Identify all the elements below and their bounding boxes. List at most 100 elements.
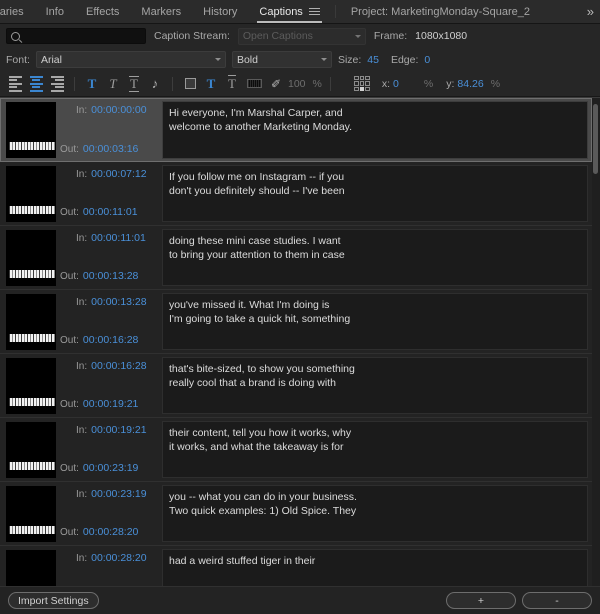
caption-row[interactable]: In: 00:00:19:21 Out: 00:00:23:19 their conte…: [0, 418, 592, 482]
opacity-value[interactable]: 100: [288, 78, 306, 90]
caption-row[interactable]: In: 00:00:13:28 Out: 00:00:16:28 you've miss…: [0, 290, 592, 354]
bold-icon: T: [87, 76, 97, 91]
caption-in-time[interactable]: In: 00:00:19:21: [56, 424, 162, 436]
caption-text[interactable]: their content, tell you how it works, wh…: [162, 421, 588, 478]
align-left-button[interactable]: [6, 75, 24, 93]
caption-list[interactable]: In: 00:00:00:00 Out: 00:00:03:16 Hi everyone…: [0, 98, 592, 586]
caption-in-value[interactable]: 00:00:28:20: [91, 552, 146, 564]
caption-out-time[interactable]: Out: 00:00:16:28: [56, 334, 162, 346]
caption-in-value[interactable]: 00:00:07:12: [91, 168, 146, 180]
caption-in-time-label: In:: [76, 489, 88, 500]
caption-out-time[interactable]: Out: 00:00:11:01: [56, 206, 162, 218]
thumbnail-content: [9, 333, 55, 342]
x-position-value[interactable]: 0: [393, 78, 399, 90]
tab-libraries[interactable]: braries: [0, 0, 35, 23]
caption-row[interactable]: In:00:00:28:20Out:had a weird stuffed ti…: [0, 546, 592, 586]
caption-out-value[interactable]: 00:00:23:19: [83, 462, 138, 474]
tab-info[interactable]: Info: [35, 0, 75, 23]
caption-out-time[interactable]: Out: 00:00:28:20: [56, 526, 162, 538]
align-center-button[interactable]: [27, 75, 45, 93]
toolbar-divider: [329, 76, 331, 91]
caption-in-time[interactable]: In: 00:00:07:12: [56, 168, 162, 180]
edge-value[interactable]: 0: [424, 54, 430, 66]
x-position-label: x:: [381, 77, 391, 90]
font-size-value[interactable]: 45: [367, 54, 379, 66]
caption-out-value[interactable]: 00:00:03:16: [83, 143, 138, 155]
text-color-button[interactable]: T: [202, 75, 220, 93]
caption-stream-select[interactable]: Open Captions: [237, 27, 366, 45]
caption-text[interactable]: that's bite-sized, to show you something…: [162, 357, 588, 414]
caption-text[interactable]: If you follow me on Instagram -- if you …: [162, 165, 588, 222]
caption-row[interactable]: In: 00:00:23:19 Out: 00:00:28:20 you -- what…: [0, 482, 592, 546]
chevron-down-icon: [214, 58, 221, 61]
bold-button[interactable]: T: [83, 75, 101, 93]
caption-thumbnail: [6, 229, 56, 286]
add-caption-button[interactable]: +: [446, 592, 516, 609]
caption-in-time[interactable]: In: 00:00:13:28: [56, 296, 162, 308]
search-input[interactable]: [6, 28, 146, 44]
edge-color-button[interactable]: T: [223, 75, 241, 93]
caption-out-time[interactable]: Out: 00:00:19:21: [56, 398, 162, 410]
panel-menu-icon[interactable]: [308, 8, 320, 15]
music-note-button[interactable]: ♪: [146, 75, 164, 93]
tab-history[interactable]: History: [192, 0, 248, 23]
background-color-button[interactable]: [181, 75, 199, 93]
caption-out-time-label: Out:: [60, 144, 79, 155]
font-family-value: Arial: [40, 53, 62, 66]
remove-caption-button[interactable]: -: [522, 592, 592, 609]
caption-in-value[interactable]: 00:00:23:19: [91, 488, 146, 500]
caption-in-time[interactable]: In: 00:00:16:28: [56, 360, 162, 372]
caption-in-value[interactable]: 00:00:16:28: [91, 360, 146, 372]
caption-out-time[interactable]: Out: 00:00:23:19: [56, 462, 162, 474]
scrollbar-thumb[interactable]: [593, 104, 598, 174]
caption-text[interactable]: you -- what you can do in your business.…: [162, 485, 588, 542]
italic-button[interactable]: T: [104, 75, 122, 93]
caption-out-time[interactable]: Out: 00:00:03:16: [56, 143, 162, 155]
underline-button[interactable]: T: [125, 75, 143, 93]
caption-in-time[interactable]: In: 00:00:00:00: [56, 104, 162, 116]
music-note-icon: ♪: [151, 76, 159, 91]
caption-in-time[interactable]: In: 00:00:11:01: [56, 232, 162, 244]
caption-out-value[interactable]: 00:00:19:21: [83, 398, 138, 410]
font-family-select[interactable]: Arial: [35, 51, 226, 68]
caption-in-value[interactable]: 00:00:13:28: [91, 296, 146, 308]
color-swatch-button[interactable]: [244, 75, 264, 93]
caption-in-time[interactable]: In: 00:00:28:20: [56, 552, 162, 564]
caption-row[interactable]: In: 00:00:16:28 Out: 00:00:19:21 that's bite…: [0, 354, 592, 418]
caption-row[interactable]: In: 00:00:07:12 Out: 00:00:11:01 If you foll…: [0, 162, 592, 226]
tab-info-label: Info: [45, 5, 64, 18]
tab-captions-label: Captions: [259, 5, 303, 18]
caption-in-value[interactable]: 00:00:00:00: [91, 104, 146, 116]
tab-libraries-label: braries: [0, 5, 24, 18]
caption-row[interactable]: In: 00:00:11:01 Out: 00:00:13:28 doing these…: [0, 226, 592, 290]
tab-overflow-icon[interactable]: »: [580, 0, 600, 23]
caption-text[interactable]: Hi everyone, I'm Marshal Carper, and wel…: [162, 101, 588, 159]
caption-out-value[interactable]: 00:00:16:28: [83, 334, 138, 346]
caption-out-time[interactable]: Out: 00:00:13:28: [56, 270, 162, 282]
tab-markers[interactable]: Markers: [130, 0, 192, 23]
caption-in-value[interactable]: 00:00:19:21: [91, 424, 146, 436]
tab-effects[interactable]: Effects: [75, 0, 130, 23]
vertical-scrollbar[interactable]: [593, 100, 598, 584]
font-style-select[interactable]: Bold: [231, 51, 332, 68]
caption-text[interactable]: doing these mini case studies. I want to…: [162, 229, 588, 286]
tab-project[interactable]: Project: MarketingMonday-Square_2: [340, 0, 541, 23]
import-settings-button[interactable]: Import Settings: [8, 592, 99, 609]
thumbnail-content: [9, 269, 55, 278]
caption-in-time-label: In:: [76, 553, 88, 564]
caption-text[interactable]: you've missed it. What I'm doing is I'm …: [162, 293, 588, 350]
caption-text[interactable]: had a weird stuffed tiger in their: [162, 549, 588, 586]
align-right-button[interactable]: [48, 75, 66, 93]
caption-in-value[interactable]: 00:00:11:01: [91, 232, 146, 244]
caption-in-time[interactable]: In: 00:00:23:19: [56, 488, 162, 500]
position-grid-button[interactable]: [351, 75, 373, 93]
caption-out-value[interactable]: 00:00:11:01: [83, 206, 138, 218]
caption-out-value[interactable]: 00:00:13:28: [83, 270, 138, 282]
y-position-value[interactable]: 84.26: [457, 78, 483, 90]
caption-timecodes: In:00:00:28:20Out:: [56, 549, 162, 586]
caption-out-value[interactable]: 00:00:28:20: [83, 526, 138, 538]
caption-row[interactable]: In: 00:00:00:00 Out: 00:00:03:16 Hi everyone…: [0, 98, 592, 162]
eyedropper-button[interactable]: ✐: [267, 75, 285, 93]
tab-captions[interactable]: Captions: [248, 0, 330, 23]
underline-icon: T: [129, 76, 139, 92]
